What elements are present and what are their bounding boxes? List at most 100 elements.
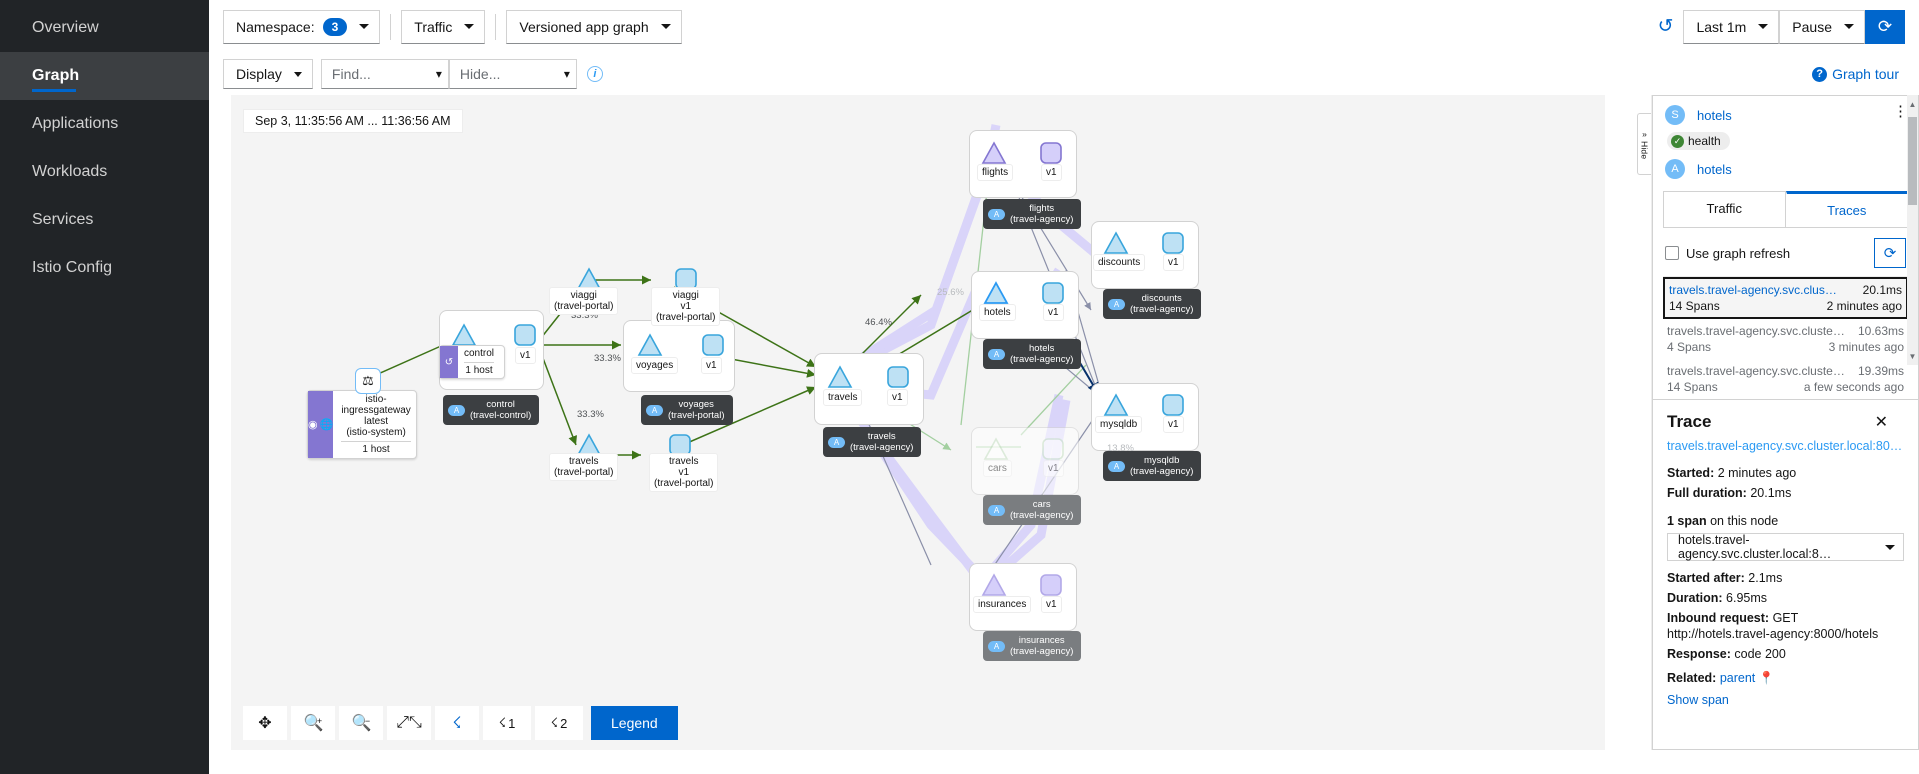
- app-badge: A: [646, 405, 663, 416]
- workload-node-hotels-v1[interactable]: [1041, 281, 1065, 305]
- expand-button[interactable]: ⤢⤡: [387, 706, 431, 740]
- trace-spans: 14 Spans: [1667, 380, 1718, 394]
- trace-detail-link[interactable]: travels.travel-agency.svc.cluster.local:…: [1667, 439, 1904, 453]
- node-label-viaggi: viaggi(travel-portal): [549, 287, 618, 315]
- history-icon[interactable]: ↺: [1658, 15, 1674, 38]
- service-node-voyages[interactable]: [637, 333, 663, 357]
- service-node-flights[interactable]: [981, 141, 1007, 165]
- scroll-thumb[interactable]: [1908, 117, 1917, 205]
- workload-node-flights-v1[interactable]: [1039, 141, 1063, 165]
- toolbar-secondary: Display ▾ ▾ i ? Graph tour: [209, 53, 1919, 95]
- service-node-discounts[interactable]: [1103, 231, 1129, 255]
- traces-refresh-button[interactable]: ⟳: [1874, 238, 1906, 268]
- display-menu-button[interactable]: Display: [223, 59, 313, 89]
- chevron-down-icon[interactable]: ▾: [564, 68, 570, 80]
- span-selector-value: hotels.travel-agency.svc.cluster.local:8…: [1678, 533, 1881, 561]
- workload-node-cars-v1[interactable]: [1041, 437, 1065, 461]
- sidebar-item-overview[interactable]: Overview: [0, 4, 209, 52]
- traces-list[interactable]: travels.travel-agency.svc.clus… 20.1ms 1…: [1653, 276, 1918, 399]
- workload-node-insurances-v1[interactable]: [1039, 573, 1063, 597]
- node-istio-ingressgateway[interactable]: ◉🌐 istio-ingressgateway latest (istio-sy…: [307, 390, 417, 459]
- service-node-travels[interactable]: [827, 365, 853, 389]
- find-input-wrap[interactable]: ▾: [321, 59, 449, 89]
- app-badge: A: [988, 641, 1005, 652]
- related-parent-link[interactable]: parent: [1720, 671, 1755, 685]
- time-range-selector[interactable]: Last 1m: [1683, 10, 1779, 44]
- ingressgateway-icon[interactable]: ⚖: [355, 368, 381, 394]
- graph-type-selector[interactable]: Versioned app graph: [506, 10, 681, 44]
- workload-node-control-v1[interactable]: [513, 323, 537, 347]
- hide-input[interactable]: [460, 66, 560, 82]
- span-selector[interactable]: hotels.travel-agency.svc.cluster.local:8…: [1667, 533, 1904, 561]
- service-row: S hotels: [1665, 105, 1908, 125]
- node-label-mysqldb: mysqldb: [1095, 416, 1142, 433]
- node-label-viaggi-v1: viaggiv1(travel-portal): [651, 287, 720, 326]
- sidebar-item-istio-config[interactable]: Istio Config: [0, 244, 209, 292]
- badge-text: voyages(travel-portal): [668, 399, 725, 421]
- sidebar-item-workloads[interactable]: Workloads: [0, 148, 209, 196]
- sidebar-label: Istio Config: [32, 259, 112, 277]
- service-node-cars[interactable]: [983, 437, 1009, 461]
- service-badge: S: [1665, 105, 1685, 125]
- sidebar-item-services[interactable]: Services: [0, 196, 209, 244]
- service-node-hotels[interactable]: [983, 281, 1009, 305]
- trace-list-item[interactable]: travels.travel-agency.svc.cluste… 10.63m…: [1663, 319, 1908, 359]
- trace-duration: 20.1ms: [1863, 283, 1902, 297]
- sidebar-item-graph[interactable]: Graph: [0, 52, 209, 100]
- control-body: control 1 host: [458, 346, 500, 378]
- started-after-line: Started after: 2.1ms: [1667, 570, 1904, 586]
- zoom-in-button[interactable]: 🔍+: [291, 706, 335, 740]
- workload-node-mysqldb-v1[interactable]: [1161, 393, 1185, 417]
- tab-traffic[interactable]: Traffic: [1663, 191, 1786, 227]
- namespace-selector[interactable]: Namespace: 3: [223, 10, 380, 44]
- service-node-mysqldb[interactable]: [1103, 393, 1129, 417]
- service-node-control[interactable]: [451, 323, 477, 347]
- graph-layout-2-button[interactable]: ☇2: [535, 706, 583, 740]
- traffic-label: Traffic: [414, 19, 452, 35]
- panel-collapse-toggle[interactable]: » Hide: [1637, 113, 1651, 175]
- find-input[interactable]: [332, 66, 432, 82]
- workload-node-voyages-v1[interactable]: [701, 333, 725, 357]
- show-span-link[interactable]: Show span: [1667, 693, 1729, 707]
- close-icon[interactable]: ✕: [1875, 412, 1888, 432]
- node-badge-control: A control(travel-control): [443, 395, 539, 425]
- chevron-down-icon[interactable]: ▾: [436, 68, 442, 80]
- app-name-link[interactable]: hotels: [1697, 162, 1732, 177]
- kebab-menu-icon[interactable]: ⋮: [1893, 106, 1908, 118]
- graph-layout-1-button[interactable]: ☇1: [483, 706, 531, 740]
- namespace-label: Namespace:: [236, 19, 315, 35]
- related-line: Related: parent 📍: [1667, 670, 1904, 686]
- use-graph-refresh-checkbox[interactable]: [1665, 246, 1679, 260]
- graph-tour-button[interactable]: ? Graph tour: [1812, 66, 1905, 82]
- location-pin-icon: 📍: [1759, 671, 1775, 685]
- span-duration-line: Duration: 6.95ms: [1667, 590, 1904, 606]
- use-graph-refresh-control[interactable]: Use graph refresh: [1665, 246, 1790, 261]
- fit-to-screen-button[interactable]: ✥: [243, 706, 287, 740]
- service-node-insurances[interactable]: [981, 573, 1007, 597]
- tab-traces[interactable]: Traces: [1786, 191, 1909, 227]
- traffic-selector[interactable]: Traffic: [401, 10, 485, 44]
- zoom-out-button[interactable]: 🔍−: [339, 706, 383, 740]
- graph-layout-default-button[interactable]: ☇: [435, 706, 479, 740]
- sidebar-item-applications[interactable]: Applications: [0, 100, 209, 148]
- panel-scrollbar[interactable]: ▲ ▼: [1907, 95, 1918, 365]
- info-icon[interactable]: i: [587, 66, 603, 82]
- node-control-card[interactable]: ↺ control 1 host: [439, 345, 505, 379]
- hide-input-wrap[interactable]: ▾: [449, 59, 577, 89]
- node-namespace: (istio-system): [341, 427, 410, 438]
- scroll-up-icon[interactable]: ▲: [1907, 97, 1918, 111]
- workload-node-travels-v1[interactable]: [886, 365, 910, 389]
- refresh-button[interactable]: ⟳: [1865, 10, 1905, 44]
- trace-list-item[interactable]: travels.travel-agency.svc.clus… 20.1ms 1…: [1663, 277, 1908, 319]
- layout-1-label: 1: [508, 716, 515, 731]
- legend-button[interactable]: Legend: [591, 706, 678, 740]
- refresh-mode-selector[interactable]: Pause: [1779, 10, 1865, 44]
- service-graph-canvas[interactable]: Sep 3, 11:35:56 AM ... 11:36:56 AM: [231, 95, 1605, 750]
- service-name-link[interactable]: hotels: [1697, 108, 1732, 123]
- inbound-request-line: Inbound request: GET http://hotels.trave…: [1667, 610, 1904, 642]
- node-label-discounts: discounts: [1093, 254, 1145, 271]
- scroll-down-icon[interactable]: ▼: [1907, 349, 1918, 363]
- workload-node-discounts-v1[interactable]: [1161, 231, 1185, 255]
- span-count-suffix: on this node: [1710, 514, 1778, 528]
- trace-list-item[interactable]: travels.travel-agency.svc.cluste… 19.39m…: [1663, 359, 1908, 399]
